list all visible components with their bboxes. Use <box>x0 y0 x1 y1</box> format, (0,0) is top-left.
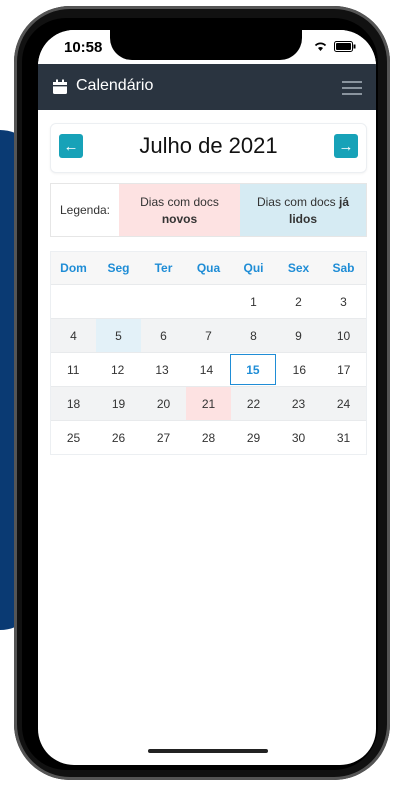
hamburger-menu-icon[interactable] <box>342 78 362 96</box>
week-row: 1 2 3 <box>51 284 366 318</box>
weekday-label: Seg <box>107 261 130 275</box>
weekday-label: Sex <box>287 261 310 275</box>
day-cell[interactable]: 1 <box>231 285 276 318</box>
day-cell[interactable]: 28 <box>186 421 231 454</box>
day-cell[interactable]: 6 <box>141 319 186 352</box>
day-cell[interactable]: 29 <box>231 421 276 454</box>
wifi-icon <box>314 42 327 51</box>
day-cell[interactable]: 30 <box>276 421 321 454</box>
day-cell[interactable]: 14 <box>184 353 228 386</box>
legend-read-bold-ja: já <box>339 194 350 209</box>
month-navigator: ← Julho de 2021 → <box>50 123 367 173</box>
app-screen: 10:58 Calendário ← Julho de 2021 → Legen… <box>38 30 376 765</box>
weekday-header: Dom Seg Ter Qua Qui Sex Sab <box>51 252 366 284</box>
legend-read-line1: Dias com docs já <box>257 195 349 209</box>
day-cell-empty <box>186 285 231 318</box>
day-cell[interactable]: 7 <box>186 319 231 352</box>
day-cell-today[interactable]: 15 <box>229 354 277 385</box>
calendar-grid: Dom Seg Ter Qua Qui Sex Sab 1 2 3 4 5 6 … <box>50 251 367 455</box>
day-cell-read-docs[interactable]: 5 <box>96 319 141 352</box>
legend-new-bold: novos <box>161 211 198 226</box>
week-row: 11 12 13 14 15 16 17 <box>51 352 366 386</box>
app-bar: Calendário <box>38 64 376 110</box>
calendar-icon <box>53 79 67 94</box>
battery-icon <box>334 41 356 52</box>
weekday-label: Qua <box>196 261 221 275</box>
day-cell-new-docs[interactable]: 21 <box>186 387 231 420</box>
day-cell[interactable]: 11 <box>51 353 95 386</box>
legend-new-docs: Dias com docs novos <box>119 184 240 236</box>
day-cell-empty <box>96 285 141 318</box>
day-cell[interactable]: 23 <box>276 387 321 420</box>
day-cell-empty <box>141 285 186 318</box>
legend-read-docs: Dias com docs já lidos <box>240 184 366 236</box>
weekday-label: Dom <box>60 261 87 275</box>
day-cell[interactable]: 20 <box>141 387 186 420</box>
legend-read-bold: lidos <box>288 211 317 226</box>
day-cell[interactable]: 3 <box>321 285 366 318</box>
day-cell[interactable]: 16 <box>277 353 321 386</box>
day-cell[interactable]: 25 <box>51 421 96 454</box>
weekday-label: Qui <box>243 261 264 275</box>
day-cell[interactable]: 17 <box>322 353 366 386</box>
home-indicator <box>148 749 268 753</box>
legend: Legenda: Dias com docs novos Dias com do… <box>50 183 367 237</box>
phone-notch <box>110 30 302 60</box>
day-cell-empty <box>51 285 96 318</box>
next-month-button[interactable]: → <box>334 134 358 158</box>
day-cell[interactable]: 24 <box>321 387 366 420</box>
day-cell[interactable]: 12 <box>95 353 139 386</box>
day-cell[interactable]: 31 <box>321 421 366 454</box>
legend-new-text: Dias com docs <box>140 194 219 209</box>
day-cell[interactable]: 22 <box>231 387 276 420</box>
day-cell[interactable]: 18 <box>51 387 96 420</box>
day-cell[interactable]: 27 <box>141 421 186 454</box>
weekday-label: Sab <box>332 261 355 275</box>
legend-read-text: Dias com docs <box>256 194 336 209</box>
app-title: Calendário <box>76 77 154 94</box>
day-cell[interactable]: 19 <box>96 387 141 420</box>
status-time: 10:58 <box>64 39 103 56</box>
day-cell[interactable]: 8 <box>231 319 276 352</box>
day-cell[interactable]: 26 <box>96 421 141 454</box>
week-row: 25 26 27 28 29 30 31 <box>51 420 366 454</box>
day-cell[interactable]: 2 <box>276 285 321 318</box>
status-icons <box>313 41 356 52</box>
day-cell[interactable]: 9 <box>276 319 321 352</box>
month-title: Julho de 2021 <box>139 133 278 158</box>
legend-label: Legenda: <box>59 203 111 217</box>
day-cell[interactable]: 10 <box>321 319 366 352</box>
weekday-label: Ter <box>154 261 173 275</box>
day-cell[interactable]: 4 <box>51 319 96 352</box>
day-cell[interactable]: 13 <box>140 353 184 386</box>
week-row: 18 19 20 21 22 23 24 <box>51 386 366 420</box>
week-row: 4 5 6 7 8 9 10 <box>51 318 366 352</box>
